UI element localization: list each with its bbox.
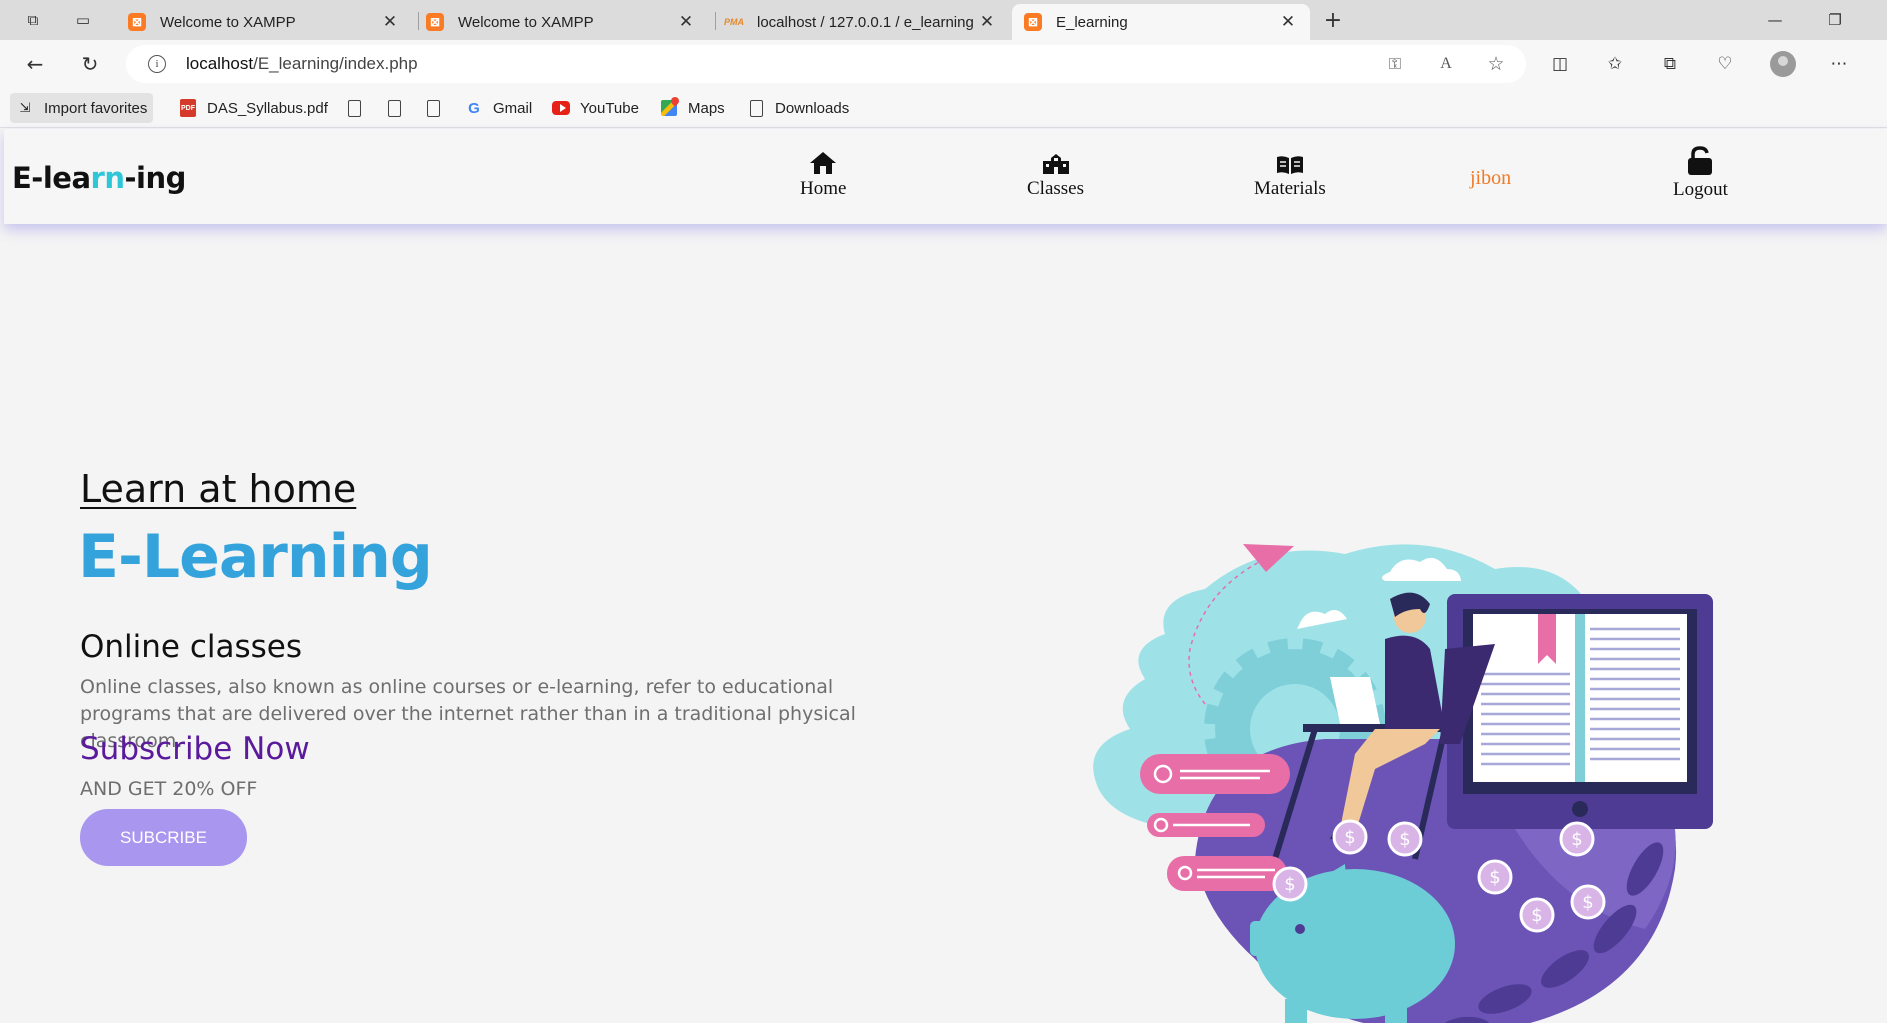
bookmark-label: Import favorites xyxy=(44,99,148,117)
youtube-icon xyxy=(552,99,570,117)
file-icon xyxy=(424,99,442,117)
pdf-icon: PDF xyxy=(179,99,197,117)
site-logo[interactable]: E-learn-ing xyxy=(12,161,186,195)
favorites-icon[interactable]: ✩ xyxy=(1602,52,1628,76)
subscribe-heading: Subscribe Now xyxy=(80,731,310,767)
bookmark-file[interactable] xyxy=(339,93,379,123)
back-icon[interactable]: ← xyxy=(20,50,50,78)
collections-icon[interactable]: ⧉ xyxy=(1657,52,1683,76)
discount-offer-text: AND GET 20% OFF xyxy=(80,778,258,800)
tab-title: Welcome to XAMPP xyxy=(458,13,594,31)
read-aloud-icon[interactable]: A xyxy=(1435,54,1457,74)
browser-essentials-icon[interactable]: ♡ xyxy=(1712,52,1738,76)
address-bar[interactable]: i localhost/E_learning/index.php ⚿ A ☆ xyxy=(126,45,1526,83)
bookmark-file[interactable] xyxy=(418,93,458,123)
restore-icon[interactable]: ❐ xyxy=(1815,6,1855,34)
close-tab-icon[interactable]: ✕ xyxy=(676,12,696,32)
favorite-star-icon[interactable]: ☆ xyxy=(1485,53,1507,75)
refresh-icon[interactable]: ↻ xyxy=(75,50,105,78)
xampp-icon: ⊠ xyxy=(426,13,444,31)
bookmark-label: DAS_Syllabus.pdf xyxy=(207,99,328,117)
hero-title: E-Learning xyxy=(78,522,433,592)
browser-tab-bar: ⧉ ▭ ⊠ Welcome to XAMPP ✕ ⊠ Welcome to XA… xyxy=(0,0,1887,40)
nav-materials[interactable]: Materials xyxy=(1254,149,1326,200)
tab-title: localhost / 127.0.0.1 / e_learning xyxy=(757,13,974,31)
new-tab-icon[interactable]: + xyxy=(1320,8,1346,33)
close-tab-icon[interactable]: ✕ xyxy=(977,12,997,32)
site-info-icon[interactable]: i xyxy=(148,55,166,73)
svg-text:$: $ xyxy=(1344,827,1355,848)
svg-text:$: $ xyxy=(1582,892,1593,913)
bookmark-maps[interactable]: Maps xyxy=(654,93,731,123)
svg-text:$: $ xyxy=(1489,867,1500,888)
svg-text:$: $ xyxy=(1284,874,1295,895)
nav-username[interactable]: jibon xyxy=(1470,167,1511,190)
bookmarks-bar: ⇲ Import favorites PDF DAS_Syllabus.pdf … xyxy=(0,88,1887,128)
key-icon[interactable]: ⚿ xyxy=(1384,54,1406,74)
unlock-icon xyxy=(1686,146,1714,176)
url-host: localhost xyxy=(186,54,254,73)
bookmark-das-syllabus[interactable]: PDF DAS_Syllabus.pdf xyxy=(173,93,334,123)
bookmark-label: YouTube xyxy=(580,99,639,117)
phpmyadmin-icon: PMA xyxy=(724,17,744,27)
minimize-icon[interactable]: — xyxy=(1755,6,1795,34)
bookmark-youtube[interactable]: YouTube xyxy=(546,93,645,123)
browser-tab-active[interactable]: ⊠ E_learning ✕ xyxy=(1012,4,1310,40)
address-toolbar: ← ↻ i localhost/E_learning/index.php ⚿ A… xyxy=(0,40,1887,88)
bookmark-gmail[interactable]: G Gmail xyxy=(459,93,538,123)
url-text[interactable]: localhost/E_learning/index.php xyxy=(186,54,418,74)
logo-prefix: E-lea xyxy=(12,161,91,195)
nav-classes-label: Classes xyxy=(1027,178,1084,199)
url-path: /E_learning/index.php xyxy=(253,54,418,73)
svg-text:$: $ xyxy=(1571,829,1582,850)
bookmark-file[interactable] xyxy=(379,93,419,123)
svg-text:$: $ xyxy=(1531,905,1542,926)
logo-suffix: -ing xyxy=(124,161,186,195)
nav-home[interactable]: Home xyxy=(800,149,846,200)
logo-highlight: rn xyxy=(90,161,125,195)
bookmark-label: Downloads xyxy=(775,99,850,117)
school-icon xyxy=(1042,149,1070,175)
browser-tab[interactable]: ⊠ Welcome to XAMPP ✕ xyxy=(116,4,412,40)
profile-avatar-icon[interactable] xyxy=(1770,51,1796,77)
elearning-illustration: $ $ $ $ $ $ $ xyxy=(1093,544,1713,1023)
browser-tab[interactable]: ⊠ Welcome to XAMPP ✕ xyxy=(414,4,708,40)
google-icon: G xyxy=(468,99,480,117)
xampp-icon: ⊠ xyxy=(1024,13,1042,31)
more-menu-icon[interactable]: ⋯ xyxy=(1826,52,1852,76)
bookmark-downloads[interactable]: Downloads xyxy=(741,93,855,123)
hero-subtitle[interactable]: Learn at home xyxy=(80,467,356,511)
tab-title: Welcome to XAMPP xyxy=(160,13,296,31)
close-tab-icon[interactable]: ✕ xyxy=(380,12,400,32)
vertical-tabs-icon[interactable]: ▭ xyxy=(70,8,96,32)
book-open-icon xyxy=(1276,149,1304,175)
site-navbar: E-learn-ing Home Classes Materials jibon xyxy=(4,129,1887,224)
bookmark-label: Gmail xyxy=(493,99,533,117)
nav-materials-label: Materials xyxy=(1254,178,1326,199)
nav-classes[interactable]: Classes xyxy=(1027,149,1084,200)
subscribe-button[interactable]: SUBCRIBE xyxy=(80,809,247,866)
browser-tab[interactable]: PMA localhost / 127.0.0.1 / e_learning ✕ xyxy=(713,4,1009,40)
home-icon xyxy=(809,149,837,175)
file-icon xyxy=(747,99,765,117)
tab-title: E_learning xyxy=(1056,13,1128,31)
workspaces-icon[interactable]: ⧉ xyxy=(20,8,46,32)
nav-logout[interactable]: Logout xyxy=(1673,146,1728,201)
xampp-icon: ⊠ xyxy=(128,13,146,31)
file-icon xyxy=(385,99,403,117)
nav-logout-label: Logout xyxy=(1673,179,1728,200)
file-icon xyxy=(345,99,363,117)
nav-home-label: Home xyxy=(800,178,847,199)
section-title: Online classes xyxy=(80,629,303,665)
close-tab-icon[interactable]: ✕ xyxy=(1278,12,1298,32)
page-content: E-learn-ing Home Classes Materials jibon xyxy=(0,129,1887,1023)
bookmark-import-favorites[interactable]: ⇲ Import favorites xyxy=(10,93,154,123)
svg-text:$: $ xyxy=(1399,829,1410,850)
maps-icon xyxy=(660,99,678,117)
import-icon: ⇲ xyxy=(19,100,31,115)
bookmark-label: Maps xyxy=(688,99,725,117)
split-screen-icon[interactable]: ◫ xyxy=(1547,52,1573,76)
